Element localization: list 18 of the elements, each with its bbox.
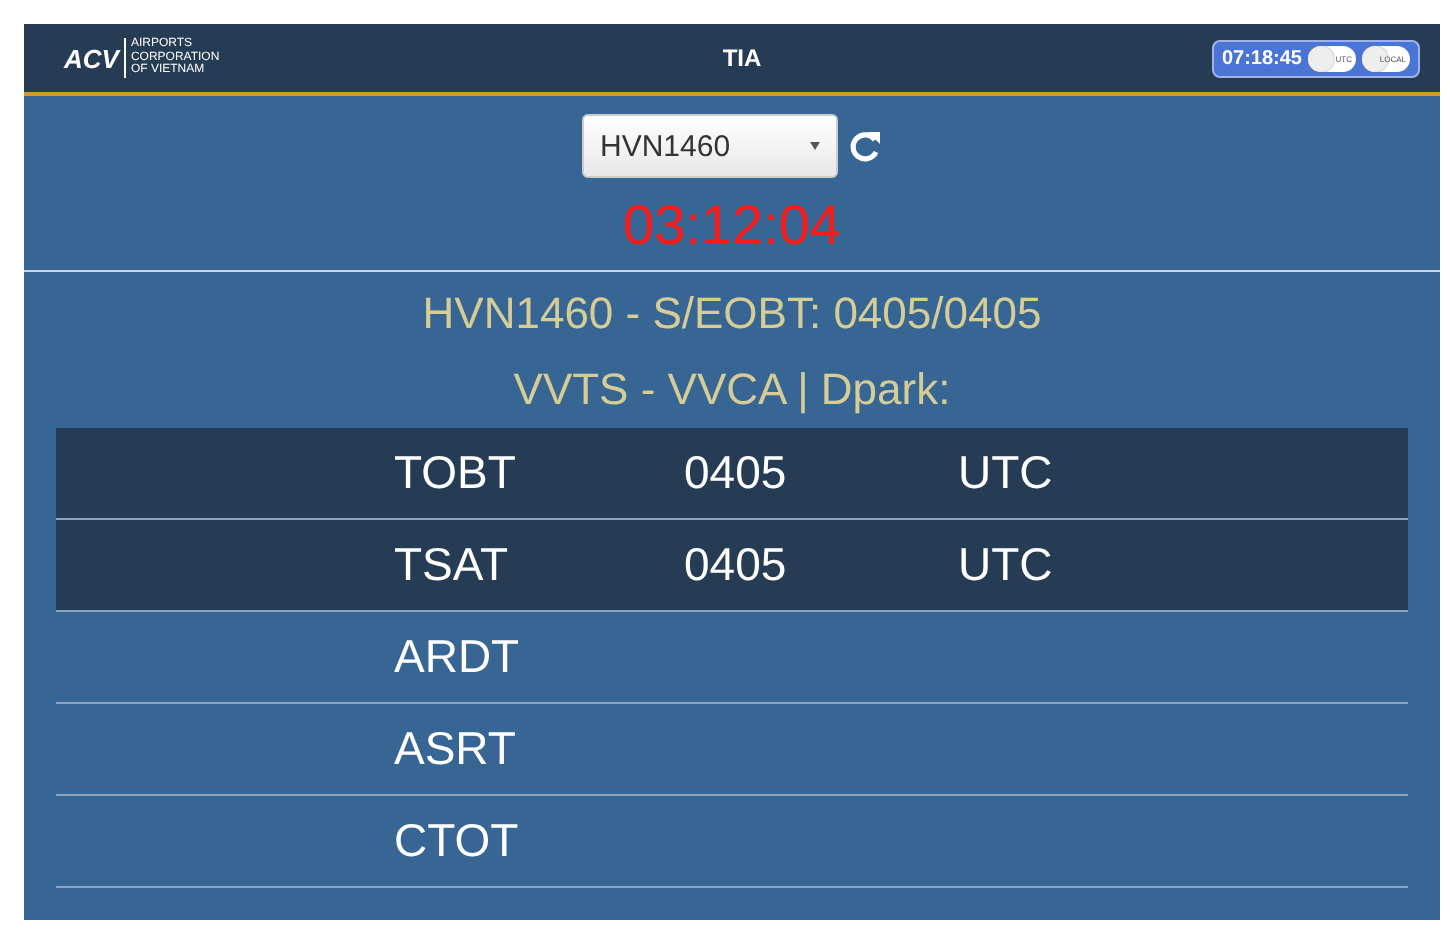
flight-info: HVN1460 - S/EOBT: 0405/0405 — [420, 286, 1044, 342]
row-zone: UTC — [958, 538, 1053, 592]
refresh-icon[interactable] — [850, 128, 882, 164]
row-label: TSAT — [394, 538, 509, 592]
route-info: VVTS - VVCA | Dpark: — [511, 362, 953, 418]
clock: 07:18:45 — [1221, 47, 1302, 69]
row-time: 0405 — [684, 538, 787, 592]
row-zone: UTC — [958, 446, 1053, 500]
row-label: ASRT — [394, 722, 516, 776]
flight-select[interactable]: HVN1460 — [582, 114, 838, 178]
caret-icon — [810, 142, 820, 150]
row-label: ARDT — [394, 630, 520, 684]
row-label: TOBT — [394, 446, 516, 500]
logo: ACV — [64, 43, 119, 73]
countdown-timer: 03:12:04 — [621, 192, 843, 260]
row-label: CTOT — [394, 814, 519, 868]
page-title: TIA — [722, 44, 762, 72]
row-time: 0405 — [684, 446, 787, 500]
